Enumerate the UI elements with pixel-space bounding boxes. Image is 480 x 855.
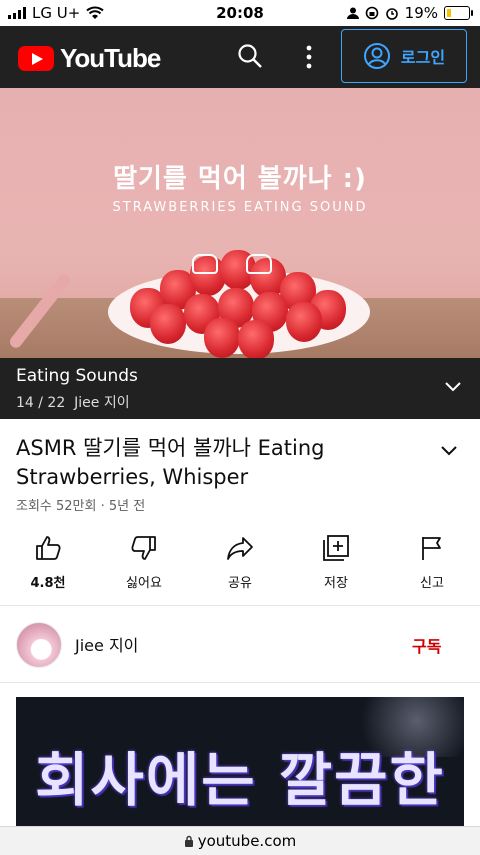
share-label: 공유 <box>228 576 252 591</box>
battery-icon <box>444 6 473 20</box>
app-header: YouTube 로그인 <box>0 26 480 88</box>
search-icon[interactable] <box>236 42 264 70</box>
playlist-position: 14 / 22 <box>16 395 66 411</box>
playlist-meta: 14 / 22 Jiee 지이 <box>16 392 130 412</box>
video-overlay-title: 딸기를 먹어 볼까나 :) <box>113 164 367 194</box>
more-options-icon[interactable] <box>302 44 316 70</box>
playlist-title: Eating Sounds <box>16 366 138 386</box>
video-meta: 조회수 52만회 · 5년 전 <box>16 499 146 514</box>
status-right: 19% <box>346 4 473 22</box>
save-button[interactable]: 저장 <box>288 534 384 604</box>
alarm-icon <box>385 8 398 20</box>
next-video-thumbnail[interactable]: 회사에는 깔끔한 <box>16 697 464 827</box>
report-label: 신고 <box>420 576 444 591</box>
url-text: youtube.com <box>197 832 297 850</box>
playlist-panel[interactable]: Eating Sounds 14 / 22 Jiee 지이 <box>0 358 480 419</box>
video-overlay-subtitle: STRAWBERRIES EATING SOUND <box>112 200 368 215</box>
play-logo-icon <box>18 46 54 71</box>
expand-description-icon[interactable] <box>440 444 458 458</box>
strawberries-image <box>120 248 360 358</box>
dislike-label: 싫어요 <box>126 576 162 591</box>
youtube-logo[interactable]: YouTube <box>18 43 161 74</box>
status-bar: LG U+ 20:08 19% <box>0 0 480 26</box>
thumbs-up-icon <box>36 536 61 560</box>
login-label: 로그인 <box>400 48 446 67</box>
dislike-button[interactable]: 싫어요 <box>96 534 192 604</box>
account-icon <box>363 43 390 69</box>
like-count: 4.8천 <box>30 576 66 591</box>
video-player[interactable]: 딸기를 먹어 볼까나 :) STRAWBERRIES EATING SOUND <box>0 88 480 358</box>
subscribe-button[interactable]: 구독 <box>412 633 441 657</box>
channel-avatar[interactable] <box>16 622 62 668</box>
lock-icon <box>184 835 193 847</box>
playlist-channel: Jiee 지이 <box>74 395 130 411</box>
chevron-down-icon[interactable] <box>444 380 462 394</box>
channel-name[interactable]: Jiee 지이 <box>75 632 138 656</box>
login-button[interactable]: 로그인 <box>341 29 467 83</box>
share-button[interactable]: 공유 <box>192 534 288 604</box>
divider <box>0 682 480 683</box>
divider <box>0 605 480 606</box>
thumbnail-text: 회사에는 깔끔한 <box>35 746 445 814</box>
flag-icon <box>422 537 441 560</box>
person-icon <box>346 7 359 19</box>
thumbs-down-icon <box>131 536 156 560</box>
share-icon <box>227 537 253 560</box>
action-bar: 4.8천 싫어요 공유 저장 신고 <box>0 534 480 604</box>
rotation-lock-icon <box>365 6 378 20</box>
browser-url-bar[interactable]: youtube.com <box>0 826 480 855</box>
battery-percent: 19% <box>404 4 438 22</box>
save-label: 저장 <box>324 576 348 591</box>
like-button[interactable]: 4.8천 <box>0 534 96 604</box>
brand-name: YouTube <box>60 43 161 73</box>
save-playlist-icon <box>323 535 349 561</box>
video-title: ASMR 딸기를 먹어 볼까나 Eating Strawberries, Whi… <box>16 436 325 489</box>
report-button[interactable]: 신고 <box>384 534 480 604</box>
